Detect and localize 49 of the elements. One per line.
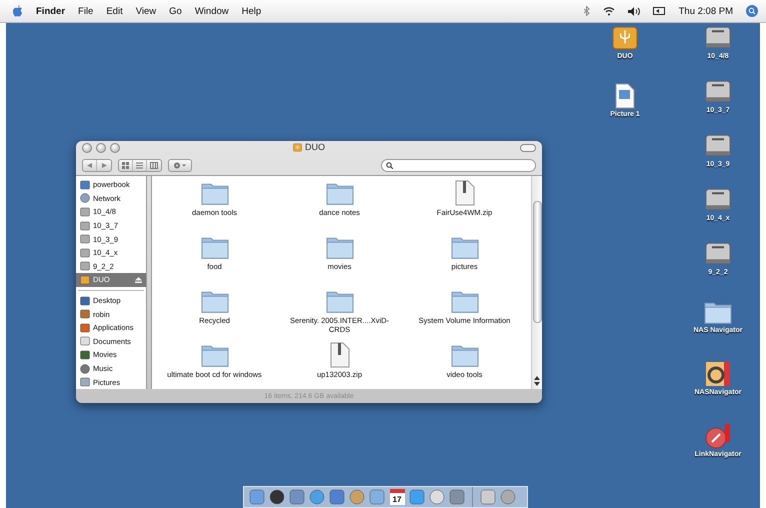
scroll-arrows-icon[interactable] xyxy=(534,375,540,387)
dock-app-icon[interactable] xyxy=(349,489,365,505)
right-arrow-icon xyxy=(101,162,107,168)
eject-icon[interactable] xyxy=(135,276,142,283)
menu-item[interactable]: Finder xyxy=(36,6,66,16)
app-icon xyxy=(705,361,731,387)
dock-app-icon[interactable] xyxy=(289,489,305,505)
zip-file-icon xyxy=(454,180,474,206)
gear-icon xyxy=(173,162,187,168)
menu-item[interactable]: Edit xyxy=(106,6,123,16)
toolbar-toggle-button[interactable] xyxy=(520,144,536,152)
left-arrow-icon xyxy=(86,162,92,168)
dock-app-icon[interactable] xyxy=(500,489,516,505)
minimize-button[interactable] xyxy=(96,143,106,153)
wifi-icon[interactable] xyxy=(602,6,615,16)
dock-app-icon[interactable] xyxy=(480,489,496,505)
search-icon xyxy=(386,162,393,168)
dock-app-icon[interactable] xyxy=(249,489,265,505)
menubar-clock[interactable]: Thu 2:08 PM xyxy=(678,6,733,16)
apple-menu-icon[interactable] xyxy=(12,5,23,17)
dock-app-icon[interactable] xyxy=(329,489,345,505)
dock-app-icon[interactable] xyxy=(269,489,285,505)
close-button[interactable] xyxy=(82,143,92,153)
image-file-icon xyxy=(615,83,635,109)
menu-item[interactable]: Help xyxy=(242,6,262,16)
icon-view-button[interactable] xyxy=(119,160,133,170)
search-field[interactable] xyxy=(381,158,536,172)
battery-icon[interactable] xyxy=(652,7,666,15)
search-icon[interactable] xyxy=(746,5,758,17)
dock-app-icon[interactable] xyxy=(309,489,325,505)
columns-icon xyxy=(150,162,158,168)
list-icon xyxy=(136,162,143,168)
dock-app-icon[interactable] xyxy=(449,489,465,505)
bluetooth-icon[interactable] xyxy=(584,6,590,16)
menu-item[interactable]: Window xyxy=(194,6,229,16)
dock-app-icon[interactable] xyxy=(409,489,425,505)
window-title: DUO xyxy=(305,142,325,152)
column-view-button[interactable] xyxy=(147,160,161,170)
menu-item[interactable]: File xyxy=(78,6,94,16)
grid-icon xyxy=(122,162,129,168)
menu-item[interactable]: Go xyxy=(169,6,182,16)
calendar-icon[interactable]: 17 xyxy=(390,489,404,505)
menu-item[interactable]: View xyxy=(136,6,156,16)
zip-file-icon xyxy=(330,342,350,368)
zoom-button[interactable] xyxy=(110,143,120,153)
list-view-button[interactable] xyxy=(133,160,147,170)
volume-icon[interactable] xyxy=(628,6,640,16)
dock-app-icon[interactable] xyxy=(429,489,445,505)
scrollbar[interactable] xyxy=(531,176,542,389)
